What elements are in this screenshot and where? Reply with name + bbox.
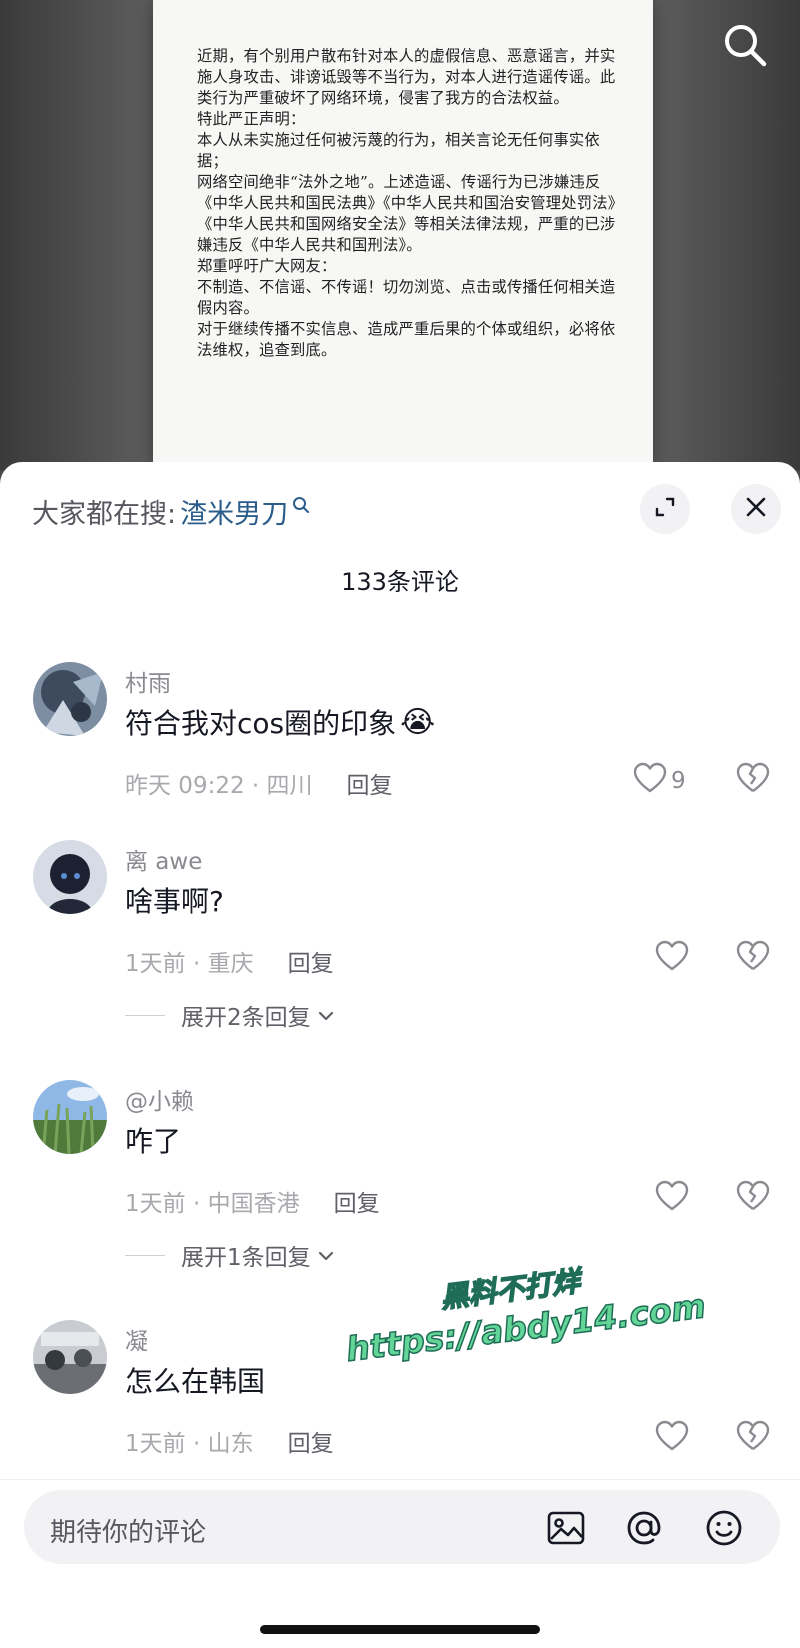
heart-icon	[655, 940, 689, 978]
comment-text: 怎么在韩国	[125, 1360, 265, 1400]
statement-document: 近期，有个别用户散布针对本人的虚假信息、恶意谣言，并实施人身攻击、诽谤诋毁等不当…	[153, 0, 653, 470]
expand-replies-label: 展开1条回复	[181, 1245, 311, 1271]
heart-icon	[655, 1180, 689, 1218]
statement-paragraph: 近期，有个别用户散布针对本人的虚假信息、恶意谣言，并实施人身攻击、诽谤诋毁等不当…	[197, 47, 616, 107]
trending-keyword[interactable]: 渣米男刀	[180, 492, 288, 531]
small-search-icon	[292, 490, 310, 521]
close-icon	[745, 496, 767, 522]
comment-count: 133条评论	[341, 568, 459, 596]
broken-heart-icon	[736, 1420, 770, 1456]
comment-text: 啥事啊?	[125, 880, 224, 920]
at-icon[interactable]	[624, 1508, 664, 1548]
like-button[interactable]	[655, 1180, 689, 1218]
trending-search[interactable]: 大家都在搜: 渣米男刀	[32, 492, 310, 531]
avatar[interactable]	[33, 840, 107, 914]
chevron-down-icon	[317, 1242, 335, 1268]
statement-paragraph: 网络空间绝非“法外之地”。上述造谣、传谣行为已涉嫌违反《中华人民共和国民法典》《…	[197, 173, 616, 254]
reply-button[interactable]: 回复	[334, 1184, 380, 1218]
expand-icon	[653, 495, 677, 523]
like-button[interactable]	[655, 940, 689, 978]
like-count: 9	[671, 768, 686, 794]
comment-text: 符合我对cos圈的印象 😭	[125, 702, 435, 742]
comment-meta: 1天前 · 中国香港 回复	[125, 1184, 380, 1218]
comment-meta: 1天前 · 重庆 回复	[125, 944, 334, 978]
broken-heart-icon	[736, 1180, 770, 1216]
emoji-icon[interactable]	[704, 1508, 744, 1548]
heart-icon	[655, 1420, 689, 1458]
comment-input-placeholder[interactable]: 期待你的评论	[50, 1512, 206, 1549]
dislike-button[interactable]	[736, 1180, 770, 1216]
statement-paragraph: 本人从未实施过任何被污蔑的行为，相关言论无任何事实依据；	[197, 131, 600, 170]
avatar[interactable]	[33, 662, 107, 736]
divider	[0, 1479, 800, 1480]
comment-time-location: 1天前 · 山东	[125, 1431, 254, 1457]
statement-paragraph: 不制造、不信谣、不传谣！切勿浏览、点击或传播任何相关造假内容。	[197, 278, 616, 317]
avatar[interactable]	[33, 1080, 107, 1154]
statement-paragraph: 郑重呼吁广大网友：	[197, 257, 337, 275]
comment-username[interactable]: 离 awe	[125, 842, 202, 876]
statement-paragraph: 对于继续传播不实信息、造成严重后果的个体或组织，必将依法维权，追查到底。	[197, 320, 616, 359]
comment-text-content: 符合我对cos圈的印象	[125, 707, 397, 740]
comment-text-content: 怎么在韩国	[125, 1365, 266, 1398]
comment-username[interactable]: 村雨	[125, 664, 171, 698]
search-icon[interactable]	[720, 20, 770, 70]
heart-icon	[633, 762, 667, 800]
home-indicator[interactable]	[260, 1625, 540, 1634]
expand-button[interactable]	[640, 484, 690, 534]
comment-username[interactable]: 凝	[125, 1322, 148, 1356]
broken-heart-icon	[736, 940, 770, 976]
expand-replies-button[interactable]: 展开2条回复	[125, 998, 335, 1032]
close-button[interactable]	[731, 484, 781, 534]
like-button[interactable]: 9	[633, 762, 686, 800]
dislike-button[interactable]	[736, 1420, 770, 1456]
divider-line	[125, 1254, 165, 1256]
statement-paragraph: 特此严正声明：	[197, 110, 306, 128]
comment-text-content: 咋了	[125, 1125, 182, 1158]
expand-replies-button[interactable]: 展开1条回复	[125, 1238, 335, 1272]
comment-text: 咋了	[125, 1120, 181, 1160]
dislike-button[interactable]	[736, 762, 770, 798]
comment-time-location: 昨天 09:22 · 四川	[125, 773, 313, 799]
comment-meta: 1天前 · 山东 回复	[125, 1424, 334, 1458]
dislike-button[interactable]	[736, 940, 770, 976]
broken-heart-icon	[736, 762, 770, 798]
reply-button[interactable]: 回复	[347, 766, 393, 800]
comment-username[interactable]: @小赖	[125, 1082, 194, 1116]
avatar[interactable]	[33, 1320, 107, 1394]
comment-time-location: 1天前 · 重庆	[125, 951, 254, 977]
comment-sheet: 大家都在搜: 渣米男刀 133条评论	[0, 462, 800, 1648]
divider-line	[125, 1014, 165, 1016]
trending-label: 大家都在搜:	[32, 499, 177, 530]
expand-replies-label: 展开2条回复	[181, 1005, 311, 1031]
comment-time-location: 1天前 · 中国香港	[125, 1191, 300, 1217]
comment-text-content: 啥事啊?	[125, 885, 224, 918]
crying-laughing-emoji: 😭	[400, 704, 436, 740]
comment-meta: 昨天 09:22 · 四川 回复	[125, 766, 393, 800]
image-icon[interactable]	[546, 1508, 586, 1548]
like-button[interactable]	[655, 1420, 689, 1458]
chevron-down-icon	[317, 1002, 335, 1028]
reply-button[interactable]: 回复	[288, 944, 334, 978]
reply-button[interactable]: 回复	[288, 1424, 334, 1458]
comment-input[interactable]: 期待你的评论	[24, 1490, 780, 1564]
